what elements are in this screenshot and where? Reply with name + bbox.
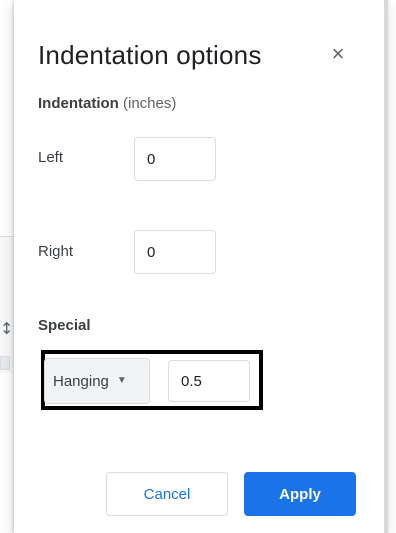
special-indent-label: Special [38,317,91,334]
left-indent-label: Left [38,149,64,166]
indentation-dialog: Indentation options × Indentation (inche… [14,0,386,533]
special-indent-input[interactable] [168,360,250,402]
chevron-down-icon: ▼ [116,375,127,386]
indentation-label: Indentation [38,95,119,112]
special-indent-selected: Hanging [53,372,109,390]
cancel-button[interactable]: Cancel [106,472,228,516]
apply-button[interactable]: Apply [244,472,356,516]
left-indent-input[interactable] [134,137,216,181]
close-icon[interactable]: × [326,42,350,66]
background-toolbar [0,236,14,373]
indentation-unit: (inches) [123,95,177,112]
special-indent-dropdown[interactable]: Hanging ▼ [44,358,150,404]
page-edge [384,0,388,533]
background-marker [0,356,10,370]
right-indent-label: Right [38,243,74,260]
right-indent-input[interactable] [134,230,216,274]
indentation-section-label: Indentation (inches) [38,94,176,114]
dialog-title: Indentation options [38,40,262,70]
